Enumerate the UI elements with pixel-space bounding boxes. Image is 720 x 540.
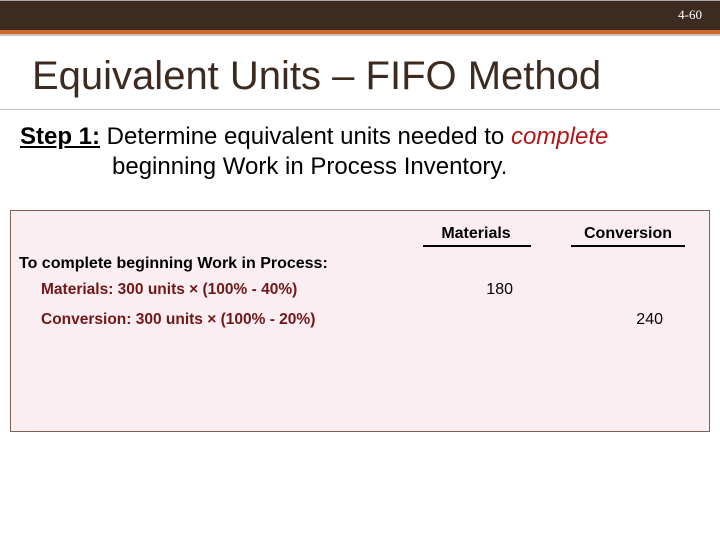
column-rule-conversion [571, 245, 685, 247]
row-materials-value: 180 [463, 281, 513, 299]
row-conversion-value: 240 [613, 311, 663, 329]
column-header-materials: Materials [431, 225, 521, 243]
row-materials-calc: Materials: 300 units × (100% - 40%) [41, 281, 297, 299]
column-header-conversion: Conversion [573, 225, 683, 243]
page-number: 4-60 [678, 7, 702, 23]
step-italic: complete [511, 123, 608, 150]
row-conversion-calc: Conversion: 300 units × (100% - 20%) [41, 311, 315, 329]
step-text: Step 1: Determine equivalent units neede… [0, 110, 720, 182]
equivalent-units-table: Materials Conversion To complete beginni… [10, 210, 710, 432]
section-heading: To complete beginning Work in Process: [19, 255, 328, 273]
column-rule-materials [423, 245, 531, 247]
header-bar: 4-60 [0, 0, 720, 30]
step-part1: Determine equivalent units needed to [100, 123, 511, 150]
slide-title: Equivalent Units – FIFO Method [0, 36, 720, 109]
step-line2: beginning Work in Process Inventory. [20, 152, 700, 182]
step-label: Step 1: [20, 123, 100, 150]
